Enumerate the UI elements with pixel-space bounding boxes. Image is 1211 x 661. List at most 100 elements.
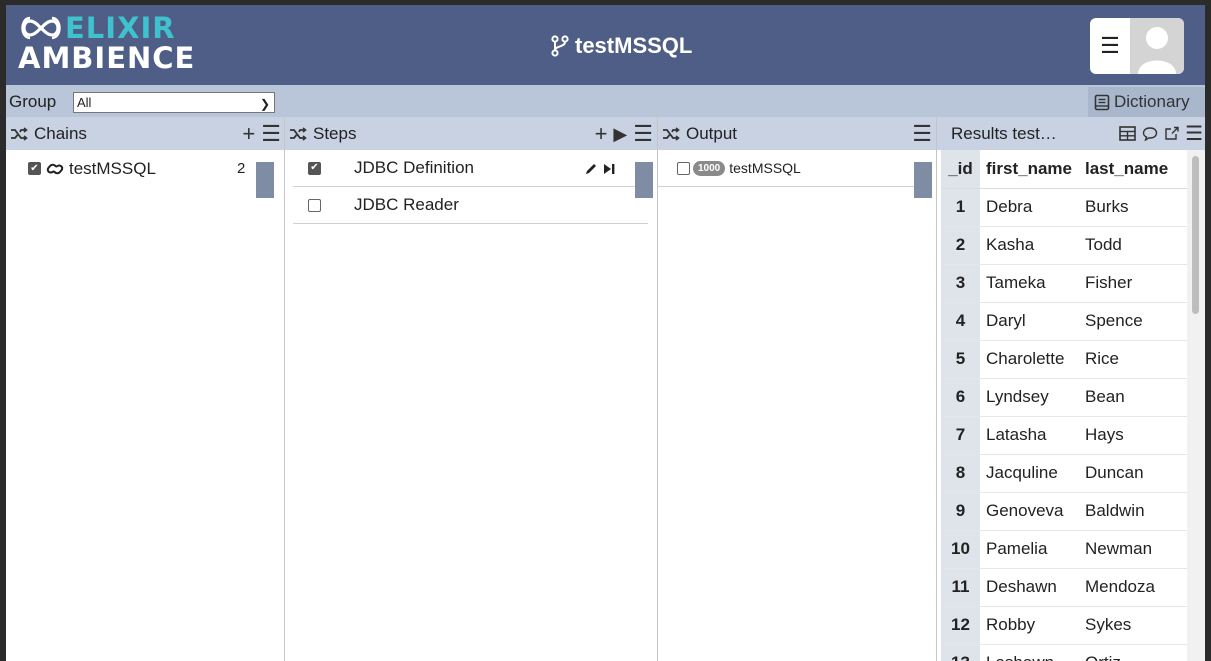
step-forward-icon[interactable]: [602, 162, 616, 176]
group-select-value: All: [77, 95, 92, 110]
output-selected-marker: [914, 162, 932, 198]
app-header: ELIXIR AMBIENCE testMSSQL ☰: [6, 5, 1205, 85]
group-toolbar: Group All ❯ Dictionary: [6, 85, 1205, 117]
output-panel: Output ☰ 1000 testMSSQL: [658, 117, 936, 661]
table-row[interactable]: 6 Lyndsey Bean: [941, 378, 1187, 417]
table-row[interactable]: 1 Debra Burks: [941, 188, 1187, 227]
table-row[interactable]: 9 Genoveva Baldwin: [941, 492, 1187, 531]
results-header-row: _id first_name last_name: [941, 150, 1187, 189]
infinity-icon: [21, 16, 61, 40]
group-select[interactable]: All ❯: [73, 92, 275, 113]
output-header: Output ☰: [658, 117, 936, 150]
chevron-down-icon: ❯: [259, 97, 270, 111]
last-name-cell: Sykes: [1079, 606, 1187, 645]
row-id-cell: 13: [941, 644, 980, 661]
step-selected-marker: [635, 162, 653, 198]
table-row[interactable]: 10 Pamelia Newman: [941, 530, 1187, 569]
first-name-cell: Deshawn: [980, 568, 1079, 607]
results-table-container: _id first_name last_name 1 Debra Burks 2 Kas…: [941, 150, 1187, 661]
step-checkbox[interactable]: [308, 198, 321, 212]
last-name-cell: Burks: [1079, 188, 1187, 227]
external-link-icon[interactable]: [1164, 126, 1180, 141]
output-label: testMSSQL: [729, 160, 801, 176]
book-icon: [1094, 94, 1110, 110]
results-panel: Results test… ☰: [937, 117, 1205, 150]
first-name-cell: Genoveva: [980, 492, 1079, 531]
first-name-cell: Latasha: [980, 416, 1079, 455]
row-id-cell: 4: [941, 302, 980, 341]
table-row[interactable]: 8 Jacquline Duncan: [941, 454, 1187, 493]
row-id-cell: 5: [941, 340, 980, 379]
first-name-cell: Lashawn: [980, 644, 1079, 661]
last-name-cell: Duncan: [1079, 454, 1187, 493]
table-row[interactable]: 11 Deshawn Mendoza: [941, 568, 1187, 607]
app-window: ELIXIR AMBIENCE testMSSQL ☰ Group All ❯ …: [6, 5, 1205, 661]
column-header-id[interactable]: _id: [941, 150, 980, 189]
column-header-last-name[interactable]: last_name: [1079, 150, 1187, 189]
row-id-cell: 6: [941, 378, 980, 417]
table-row[interactable]: 4 Daryl Spence: [941, 302, 1187, 341]
row-id-cell: 10: [941, 530, 980, 569]
output-item[interactable]: 1000 testMSSQL: [658, 150, 918, 187]
output-menu-icon[interactable]: ☰: [912, 122, 932, 145]
table-view-icon[interactable]: [1119, 126, 1136, 141]
menu-icon[interactable]: ☰: [1090, 18, 1130, 74]
dictionary-button[interactable]: Dictionary: [1088, 87, 1205, 117]
chain-count: 2: [237, 160, 246, 177]
avatar[interactable]: [1130, 18, 1184, 74]
chains-header: Chains + ☰: [6, 117, 284, 150]
comment-icon[interactable]: [1142, 126, 1158, 141]
table-row[interactable]: 12 Robby Sykes: [941, 606, 1187, 645]
row-id-cell: 11: [941, 568, 980, 607]
table-row[interactable]: 7 Latasha Hays: [941, 416, 1187, 455]
last-name-cell: Hays: [1079, 416, 1187, 455]
page-title-text: testMSSQL: [575, 33, 693, 58]
chains-panel: Chains + ☰ ✔ testMSSQL 2: [6, 117, 284, 661]
elixir-ambience-logo[interactable]: ELIXIR AMBIENCE: [18, 11, 195, 73]
row-id-cell: 2: [941, 226, 980, 265]
first-name-cell: Robby: [980, 606, 1079, 645]
results-menu-icon[interactable]: ☰: [1185, 123, 1203, 145]
page-title: testMSSQL: [551, 31, 692, 61]
first-name-cell: Debra: [980, 188, 1079, 227]
chain-selected-marker: [256, 162, 274, 198]
last-name-cell: Bean: [1079, 378, 1187, 417]
chains-title: Chains: [34, 123, 87, 143]
table-row[interactable]: 3 Tameka Fisher: [941, 264, 1187, 303]
first-name-cell: Lyndsey: [980, 378, 1079, 417]
chain-checkbox[interactable]: ✔: [28, 162, 41, 175]
column-header-first-name[interactable]: first_name: [980, 150, 1079, 189]
play-icon[interactable]: ▶: [613, 123, 627, 145]
row-id-cell: 12: [941, 606, 980, 645]
first-name-cell: Kasha: [980, 226, 1079, 265]
chains-menu-icon[interactable]: ☰: [261, 122, 281, 145]
user-menu-button[interactable]: ☰: [1090, 18, 1184, 74]
steps-title: Steps: [313, 123, 357, 143]
link-icon: [46, 163, 64, 174]
steps-panel: Steps + ▶ ☰ ✔ JDBC Definition JDBC Reade…: [285, 117, 657, 661]
last-name-cell: Rice: [1079, 340, 1187, 379]
chain-item[interactable]: ✔ testMSSQL 2: [6, 150, 284, 187]
results-scrollbar[interactable]: [1187, 150, 1205, 661]
add-chain-icon[interactable]: +: [242, 122, 255, 145]
step-checkbox[interactable]: ✔: [308, 161, 321, 175]
step-item[interactable]: ✔ JDBC Definition: [293, 150, 648, 187]
table-row[interactable]: 5 Charolette Rice: [941, 340, 1187, 379]
add-step-icon[interactable]: +: [595, 122, 608, 145]
pencil-icon[interactable]: [584, 162, 598, 176]
table-row[interactable]: 2 Kasha Todd: [941, 226, 1187, 265]
output-count-badge: 1000: [693, 160, 726, 176]
step-item[interactable]: JDBC Reader: [293, 187, 648, 224]
results-header: Results test… ☰: [937, 117, 1205, 150]
results-title: Results test…: [951, 123, 1057, 143]
steps-header: Steps + ▶ ☰: [285, 117, 657, 150]
scrollbar-thumb[interactable]: [1192, 156, 1199, 314]
steps-menu-icon[interactable]: ☰: [633, 122, 653, 145]
table-row[interactable]: 13LashawnOrtiz: [941, 644, 1187, 661]
step-label: JDBC Definition: [354, 158, 474, 177]
row-id-cell: 3: [941, 264, 980, 303]
first-name-cell: Charolette: [980, 340, 1079, 379]
last-name-cell: Mendoza: [1079, 568, 1187, 607]
output-checkbox[interactable]: [677, 161, 690, 175]
last-name-cell: Fisher: [1079, 264, 1187, 303]
